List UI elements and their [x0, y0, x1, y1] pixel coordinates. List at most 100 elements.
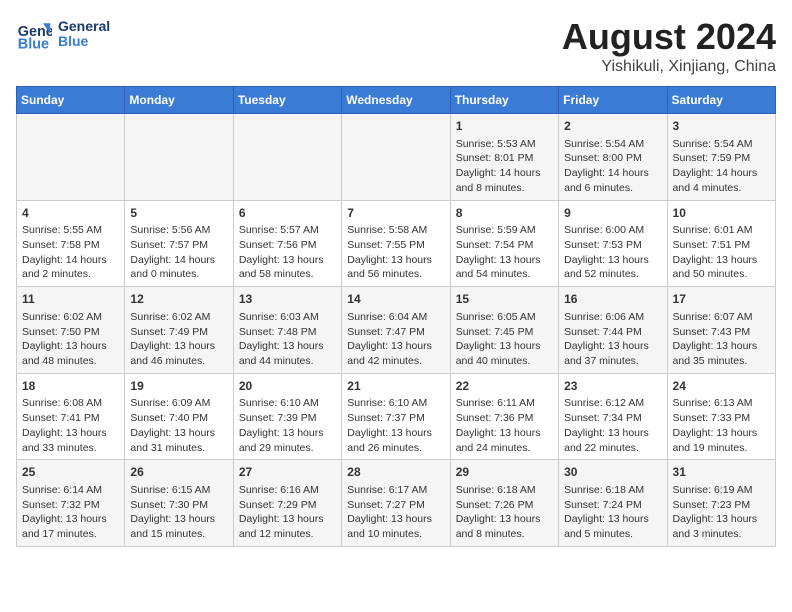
calendar-week-row: 1Sunrise: 5:53 AMSunset: 8:01 PMDaylight…: [17, 114, 776, 201]
table-row: [342, 114, 450, 201]
day-number: 17: [673, 291, 770, 308]
day-number: 20: [239, 378, 336, 395]
day-content: Sunset: 7:24 PM: [564, 498, 661, 513]
day-content: Daylight: 13 hours and 29 minutes.: [239, 426, 336, 455]
col-saturday: Saturday: [667, 87, 775, 114]
day-number: 6: [239, 205, 336, 222]
day-content: Sunrise: 5:54 AM: [673, 137, 770, 152]
calendar-subtitle: Yishikuli, Xinjiang, China: [562, 58, 776, 76]
day-content: Sunrise: 5:57 AM: [239, 223, 336, 238]
day-content: Sunrise: 6:06 AM: [564, 310, 661, 325]
table-row: 29 Sunrise: 6:18 AMSunset: 7:26 PMDayligh…: [450, 460, 558, 547]
col-wednesday: Wednesday: [342, 87, 450, 114]
day-content: Sunset: 7:55 PM: [347, 238, 444, 253]
day-number: 31: [673, 464, 770, 481]
day-content: Daylight: 13 hours and 58 minutes.: [239, 253, 336, 282]
day-content: Daylight: 13 hours and 5 minutes.: [564, 512, 661, 541]
table-row: 30 Sunrise: 6:18 AMSunset: 7:24 PMDayligh…: [559, 460, 667, 547]
day-number: 8: [456, 205, 553, 222]
table-row: 28Sunrise: 6:17 AMSunset: 7:27 PMDayligh…: [342, 460, 450, 547]
day-content: Sunrise: 6:14 AM: [22, 483, 119, 498]
day-content: Sunset: 7:30 PM: [130, 498, 227, 513]
table-row: [125, 114, 233, 201]
day-content: Daylight: 13 hours and 56 minutes.: [347, 253, 444, 282]
day-content: Sunset: 8:01 PM: [456, 151, 553, 166]
col-sunday: Sunday: [17, 87, 125, 114]
day-content: Sunrise: 6:18 AM: [456, 483, 553, 498]
day-number: 12: [130, 291, 227, 308]
day-content: Daylight: 13 hours and 48 minutes.: [22, 339, 119, 368]
day-content: Sunrise: 6:18 AM: [564, 483, 661, 498]
day-content: Sunset: 7:26 PM: [456, 498, 553, 513]
day-number: 1: [456, 118, 553, 135]
day-number: 26: [130, 464, 227, 481]
day-content: Daylight: 13 hours and 33 minutes.: [22, 426, 119, 455]
table-row: 8Sunrise: 5:59 AMSunset: 7:54 PMDaylight…: [450, 200, 558, 287]
day-number: 15: [456, 291, 553, 308]
day-content: Sunset: 7:43 PM: [673, 325, 770, 340]
day-number: 27: [239, 464, 336, 481]
table-row: 3Sunrise: 5:54 AMSunset: 7:59 PMDaylight…: [667, 114, 775, 201]
table-row: 13Sunrise: 6:03 AMSunset: 7:48 PMDayligh…: [233, 287, 341, 374]
day-content: Sunset: 8:00 PM: [564, 151, 661, 166]
day-number: 9: [564, 205, 661, 222]
day-number: 28: [347, 464, 444, 481]
logo-blue-text: Blue: [58, 34, 110, 49]
day-number: 19: [130, 378, 227, 395]
day-content: Sunrise: 6:11 AM: [456, 396, 553, 411]
day-number: 16: [564, 291, 661, 308]
day-content: Daylight: 13 hours and 46 minutes.: [130, 339, 227, 368]
day-content: Sunset: 7:47 PM: [347, 325, 444, 340]
day-content: Sunrise: 5:58 AM: [347, 223, 444, 238]
calendar-table: Sunday Monday Tuesday Wednesday Thursday…: [16, 86, 776, 547]
day-content: Sunset: 7:41 PM: [22, 411, 119, 426]
logo-general-text: General: [58, 19, 110, 34]
table-row: 24Sunrise: 6:13 AMSunset: 7:33 PMDayligh…: [667, 373, 775, 460]
day-number: 29: [456, 464, 553, 481]
day-number: 13: [239, 291, 336, 308]
col-tuesday: Tuesday: [233, 87, 341, 114]
day-content: Sunrise: 6:01 AM: [673, 223, 770, 238]
day-content: Daylight: 13 hours and 26 minutes.: [347, 426, 444, 455]
day-number: 30: [564, 464, 661, 481]
day-content: Daylight: 13 hours and 37 minutes.: [564, 339, 661, 368]
day-content: Sunset: 7:40 PM: [130, 411, 227, 426]
day-content: Daylight: 13 hours and 8 minutes.: [456, 512, 553, 541]
table-row: 7Sunrise: 5:58 AMSunset: 7:55 PMDaylight…: [342, 200, 450, 287]
day-content: Sunrise: 6:02 AM: [130, 310, 227, 325]
day-content: Daylight: 13 hours and 44 minutes.: [239, 339, 336, 368]
day-content: Daylight: 13 hours and 31 minutes.: [130, 426, 227, 455]
day-content: Sunset: 7:53 PM: [564, 238, 661, 253]
day-content: Daylight: 13 hours and 22 minutes.: [564, 426, 661, 455]
table-row: 2Sunrise: 5:54 AMSunset: 8:00 PMDaylight…: [559, 114, 667, 201]
day-content: Daylight: 14 hours and 8 minutes.: [456, 166, 553, 195]
day-content: Sunrise: 6:13 AM: [673, 396, 770, 411]
day-content: Sunrise: 6:00 AM: [564, 223, 661, 238]
table-row: 31Sunrise: 6:19 AMSunset: 7:23 PMDayligh…: [667, 460, 775, 547]
day-content: Sunrise: 6:16 AM: [239, 483, 336, 498]
day-number: 22: [456, 378, 553, 395]
table-row: 18Sunrise: 6:08 AMSunset: 7:41 PMDayligh…: [17, 373, 125, 460]
table-row: 1Sunrise: 5:53 AMSunset: 8:01 PMDaylight…: [450, 114, 558, 201]
day-content: Daylight: 14 hours and 0 minutes.: [130, 253, 227, 282]
day-content: Daylight: 13 hours and 42 minutes.: [347, 339, 444, 368]
day-content: Daylight: 13 hours and 17 minutes.: [22, 512, 119, 541]
day-number: 5: [130, 205, 227, 222]
day-content: Daylight: 13 hours and 19 minutes.: [673, 426, 770, 455]
day-content: Sunset: 7:59 PM: [673, 151, 770, 166]
day-content: Sunrise: 6:12 AM: [564, 396, 661, 411]
svg-text:Blue: Blue: [18, 36, 49, 52]
table-row: 6Sunrise: 5:57 AMSunset: 7:56 PMDaylight…: [233, 200, 341, 287]
calendar-week-row: 25Sunrise: 6:14 AMSunset: 7:32 PMDayligh…: [17, 460, 776, 547]
table-row: 27Sunrise: 6:16 AMSunset: 7:29 PMDayligh…: [233, 460, 341, 547]
table-row: 4Sunrise: 5:55 AMSunset: 7:58 PMDaylight…: [17, 200, 125, 287]
col-friday: Friday: [559, 87, 667, 114]
day-content: Daylight: 13 hours and 12 minutes.: [239, 512, 336, 541]
day-content: Sunset: 7:36 PM: [456, 411, 553, 426]
day-content: Sunset: 7:23 PM: [673, 498, 770, 513]
day-content: Daylight: 14 hours and 4 minutes.: [673, 166, 770, 195]
day-number: 21: [347, 378, 444, 395]
day-content: Sunset: 7:48 PM: [239, 325, 336, 340]
table-row: 17Sunrise: 6:07 AMSunset: 7:43 PMDayligh…: [667, 287, 775, 374]
day-content: Sunset: 7:54 PM: [456, 238, 553, 253]
